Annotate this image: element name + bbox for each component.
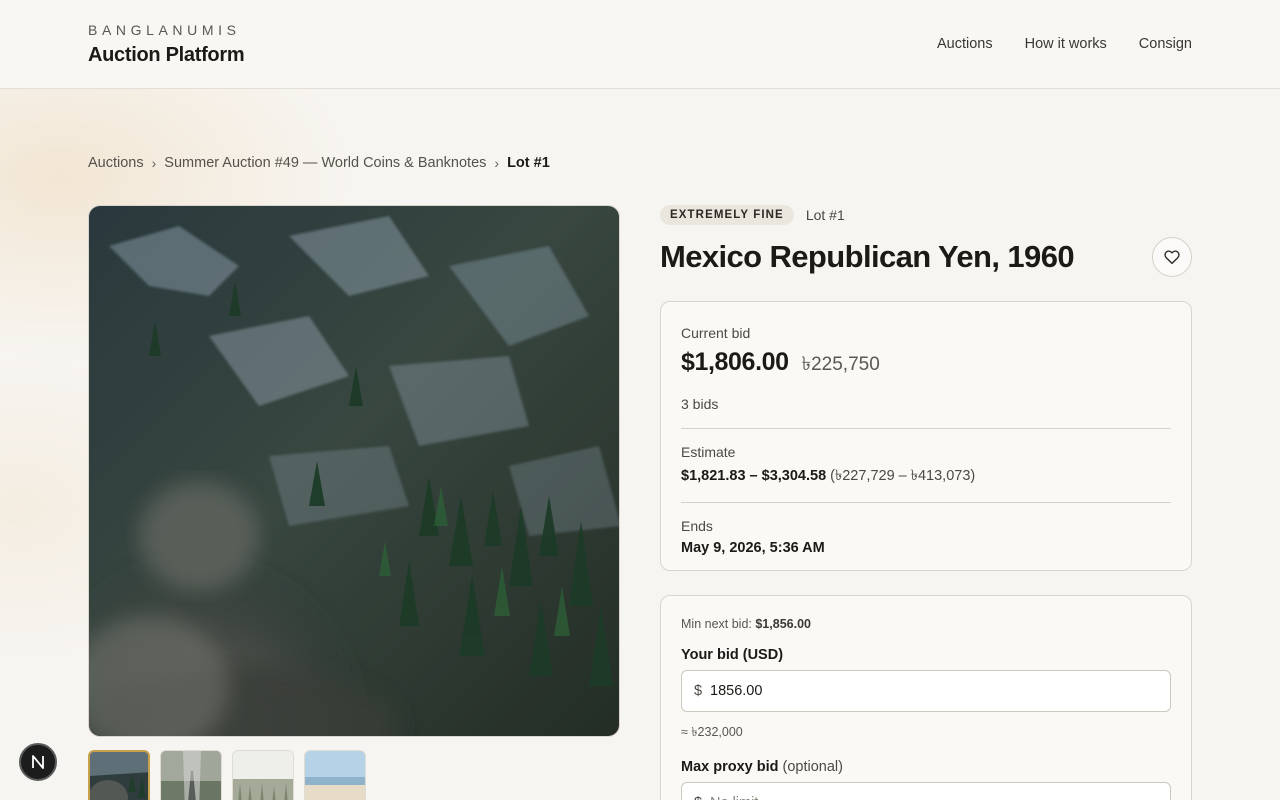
assistant-button[interactable] — [19, 743, 57, 781]
place-bid-card: Min next bid: $1,856.00 Your bid (USD) $… — [660, 595, 1192, 800]
brand-kicker: BANGLANUMIS — [88, 22, 241, 38]
title-row: Mexico Republican Yen, 1960 — [660, 237, 1192, 281]
thumbnail-1[interactable] — [88, 750, 150, 800]
lot-meta: EXTREMELY FINE Lot #1 — [660, 205, 1192, 225]
min-next-label: Min next bid: — [681, 617, 752, 631]
favorite-button[interactable] — [1152, 237, 1192, 277]
n-logo-icon — [32, 755, 44, 769]
main-nav: Auctions How it works Consign — [937, 34, 1192, 54]
grade-badge: EXTREMELY FINE — [660, 205, 794, 225]
breadcrumb-auctions[interactable]: Auctions — [88, 153, 144, 173]
current-bid-local: ৳225,750 — [801, 354, 880, 375]
estimate-usd: $1,821.83 – $3,304.58 — [681, 468, 827, 484]
brand-title: Auction Platform — [88, 44, 245, 66]
min-next-value: $1,856.00 — [755, 617, 811, 631]
beach-thumb — [305, 751, 365, 800]
breadcrumb-sale[interactable]: Summer Auction #49 — World Coins & Bankn… — [164, 153, 486, 173]
ends-label: Ends — [681, 518, 713, 534]
current-bid-usd: $1,806.00 — [681, 348, 789, 376]
bid-local-approx: ≈ ৳232,000 — [681, 725, 743, 739]
site-header: BANGLANUMIS Auction Platform Auctions Ho… — [0, 0, 1280, 89]
ends-value: May 9, 2026, 5:36 AM — [681, 540, 825, 556]
main-lot-image[interactable] — [88, 205, 620, 737]
optional-hint: (optional) — [782, 759, 843, 775]
thumbnail-3[interactable] — [232, 750, 294, 800]
breadcrumb: Auctions › Summer Auction #49 — World Co… — [88, 153, 550, 173]
nav-consign[interactable]: Consign — [1139, 34, 1192, 54]
forest-aerial-thumb — [90, 752, 148, 800]
current-bid-row: $1,806.00 ৳225,750 — [681, 348, 1171, 382]
nav-auctions[interactable]: Auctions — [937, 34, 993, 54]
estimate-label: Estimate — [681, 444, 736, 460]
estimate-value: $1,821.83 – $3,304.58 (৳227,729 – ৳413,0… — [681, 466, 1171, 486]
breadcrumb-separator: › — [151, 155, 157, 171]
bid-count[interactable]: 3 bids — [681, 396, 1171, 412]
min-next-bid: Min next bid: $1,856.00 — [681, 616, 1171, 632]
heart-icon — [1164, 250, 1180, 265]
current-bid-label: Current bid — [681, 325, 751, 341]
estimate-local: (৳227,729 – ৳413,073) — [830, 468, 976, 484]
lot-detail: EXTREMELY FINE Lot #1 Mexico Republican … — [660, 205, 1192, 800]
lot-number: Lot #1 — [805, 207, 845, 223]
thumbnail-2[interactable] — [160, 750, 222, 800]
thumbnail-4[interactable] — [304, 750, 366, 800]
max-proxy-input[interactable] — [682, 783, 1170, 800]
brand[interactable]: BANGLANUMIS Auction Platform — [88, 21, 245, 67]
your-bid-input[interactable] — [682, 671, 1170, 711]
breadcrumb-separator: › — [494, 155, 500, 171]
bid-summary-card: Current bid $1,806.00 ৳225,750 3 bids Es… — [660, 301, 1192, 571]
breadcrumb-current: Lot #1 — [507, 155, 550, 171]
max-proxy-label: Max proxy bid (optional) — [681, 758, 1171, 776]
max-proxy-label-text: Max proxy bid — [681, 759, 779, 775]
lot-title: Mexico Republican Yen, 1960 — [660, 239, 1075, 274]
your-bid-label: Your bid (USD) — [681, 647, 784, 663]
estimate-block: Estimate $1,821.83 – $3,304.58 (৳227,729… — [681, 429, 1171, 486]
forest-aerial-photo — [89, 206, 619, 736]
pine-forest-thumb — [233, 751, 293, 800]
currency-symbol: $ — [694, 795, 702, 800]
max-proxy-field: $ — [681, 782, 1171, 800]
ends-block: Ends May 9, 2026, 5:36 AM — [681, 503, 1171, 556]
thumbnail-strip — [88, 750, 366, 800]
currency-symbol: $ — [694, 683, 703, 699]
misty-road-thumb — [161, 751, 221, 800]
your-bid-field: $ — [681, 670, 1171, 712]
nav-how-it-works[interactable]: How it works — [1025, 34, 1107, 54]
